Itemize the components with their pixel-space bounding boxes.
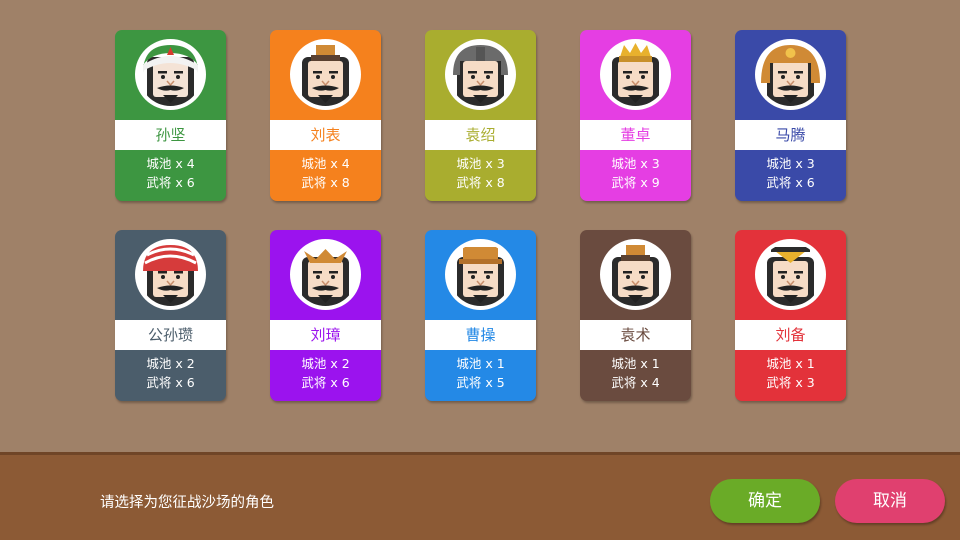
general-face-icon: [759, 43, 822, 106]
character-card-dong-zhuo[interactable]: 董卓 城池 x 3 武将 x 9: [580, 30, 691, 201]
character-name: 袁术: [580, 320, 691, 350]
general-face-icon: [604, 243, 667, 306]
character-card-yuan-shao[interactable]: 袁绍 城池 x 3 武将 x 8: [425, 30, 536, 201]
city-count: 城池 x 3: [766, 156, 815, 171]
character-name: 董卓: [580, 120, 691, 150]
confirm-button[interactable]: 确定: [710, 479, 820, 523]
character-grid: 孙坚 城池 x 4 武将 x 6 刘表 城池 x 4 武将 x 8 袁绍 城池 x …: [0, 0, 960, 452]
character-name: 孙坚: [115, 120, 226, 150]
portrait-avatar: [755, 39, 826, 110]
general-count: 武将 x 4: [611, 375, 660, 390]
character-card-liu-zhang[interactable]: 刘璋 城池 x 2 武将 x 6: [270, 230, 381, 401]
general-count: 武将 x 8: [301, 175, 350, 190]
city-count: 城池 x 1: [611, 356, 660, 371]
general-face-icon: [139, 43, 202, 106]
character-card-ma-teng[interactable]: 马腾 城池 x 3 武将 x 6: [735, 30, 846, 201]
general-count: 武将 x 6: [766, 175, 815, 190]
city-count: 城池 x 1: [456, 356, 505, 371]
character-card-yuan-shu[interactable]: 袁术 城池 x 1 武将 x 4: [580, 230, 691, 401]
general-count: 武将 x 5: [456, 375, 505, 390]
character-card-sun-jian[interactable]: 孙坚 城池 x 4 武将 x 6: [115, 30, 226, 201]
general-count: 武将 x 8: [456, 175, 505, 190]
portrait-avatar: [290, 39, 361, 110]
general-count: 武将 x 3: [766, 375, 815, 390]
cancel-button[interactable]: 取消: [835, 479, 945, 523]
portrait-avatar: [135, 39, 206, 110]
general-count: 武将 x 6: [146, 175, 195, 190]
city-count: 城池 x 3: [456, 156, 505, 171]
character-name: 马腾: [735, 120, 846, 150]
character-name: 刘表: [270, 120, 381, 150]
character-name: 公孙瓒: [115, 320, 226, 350]
city-count: 城池 x 2: [146, 356, 195, 371]
general-face-icon: [449, 243, 512, 306]
general-face-icon: [139, 243, 202, 306]
general-count: 武将 x 9: [611, 175, 660, 190]
city-count: 城池 x 4: [146, 156, 195, 171]
general-face-icon: [759, 243, 822, 306]
city-count: 城池 x 3: [611, 156, 660, 171]
general-face-icon: [449, 43, 512, 106]
character-name: 曹操: [425, 320, 536, 350]
city-count: 城池 x 2: [301, 356, 350, 371]
portrait-avatar: [290, 239, 361, 310]
general-face-icon: [604, 43, 667, 106]
general-face-icon: [294, 243, 357, 306]
city-count: 城池 x 4: [301, 156, 350, 171]
portrait-avatar: [135, 239, 206, 310]
portrait-avatar: [445, 39, 516, 110]
character-name: 袁绍: [425, 120, 536, 150]
portrait-avatar: [445, 239, 516, 310]
portrait-avatar: [600, 239, 671, 310]
general-face-icon: [294, 43, 357, 106]
character-name: 刘备: [735, 320, 846, 350]
character-card-liu-biao[interactable]: 刘表 城池 x 4 武将 x 8: [270, 30, 381, 201]
city-count: 城池 x 1: [766, 356, 815, 371]
character-card-cao-cao[interactable]: 曹操 城池 x 1 武将 x 5: [425, 230, 536, 401]
general-count: 武将 x 6: [146, 375, 195, 390]
portrait-avatar: [755, 239, 826, 310]
selection-prompt: 请选择为您征战沙场的角色: [100, 495, 274, 511]
character-name: 刘璋: [270, 320, 381, 350]
general-count: 武将 x 6: [301, 375, 350, 390]
character-card-gongsun-zan[interactable]: 公孙瓒 城池 x 2 武将 x 6: [115, 230, 226, 401]
portrait-avatar: [600, 39, 671, 110]
character-card-liu-bei[interactable]: 刘备 城池 x 1 武将 x 3: [735, 230, 846, 401]
footer-bar: 请选择为您征战沙场的角色 确定 取消: [0, 452, 960, 540]
